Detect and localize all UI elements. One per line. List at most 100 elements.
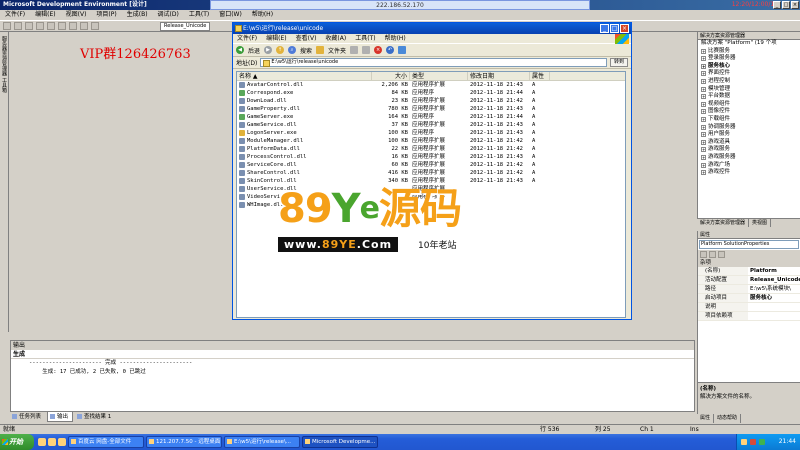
paste-icon[interactable] (58, 22, 66, 30)
tray-icon[interactable] (759, 439, 765, 445)
move-to-icon[interactable] (350, 46, 359, 54)
solution-project-item[interactable]: + 进程控制 (698, 78, 800, 86)
property-value[interactable] (748, 312, 800, 320)
task-remote-desktop[interactable]: 121.207.7.50 - 远程桌面 (146, 436, 222, 448)
menu-build[interactable]: 生成(B) (127, 10, 148, 20)
property-row[interactable]: (名称) Platform (698, 267, 800, 276)
solution-project-item[interactable]: + 游戏广场 (698, 162, 800, 170)
output-source[interactable]: 生成 (11, 350, 694, 359)
back-button[interactable]: 后退 (248, 46, 260, 55)
solution-project-item[interactable]: + 下载组件 (698, 116, 800, 124)
expand-icon[interactable]: + (701, 63, 706, 69)
redo-icon[interactable] (80, 22, 88, 30)
close-icon[interactable]: × (791, 1, 799, 9)
ex-menu-file[interactable]: 文件(F) (237, 34, 257, 43)
copy-to-icon[interactable] (362, 46, 371, 54)
solution-project-item[interactable]: + 登录服务器 (698, 55, 800, 63)
task-visual-studio[interactable]: Microsoft Developme... (302, 436, 378, 448)
menu-help[interactable]: 帮助(H) (252, 10, 273, 20)
views-icon[interactable] (398, 46, 407, 54)
minimize-icon[interactable]: _ (773, 1, 781, 9)
file-row[interactable]: ModuleManager.dll 100 KB 应用程序扩展 2012-11-18 … (237, 137, 625, 145)
open-icon[interactable] (14, 22, 22, 30)
quick-launch-icon[interactable] (58, 438, 66, 446)
close-icon[interactable]: × (620, 24, 629, 33)
expand-icon[interactable]: + (701, 101, 706, 107)
go-button[interactable]: 转到 (609, 58, 628, 67)
menu-edit[interactable]: 编辑(E) (35, 10, 55, 20)
copy-icon[interactable] (47, 22, 55, 30)
file-row[interactable]: ShareControl.dll 416 KB 应用程序扩展 2012-11-18 2… (237, 169, 625, 177)
file-row[interactable]: ServiceCore.dll 60 KB 应用程序扩展 2012-11-18 21:… (237, 161, 625, 169)
file-row[interactable]: AvatarControl.dll 2,206 KB 应用程序扩展 2012-11-1… (237, 81, 625, 89)
file-row[interactable]: ProcessControl.dll 16 KB 应用程序扩展 2012-11-18 … (237, 153, 625, 161)
col-attr[interactable]: 属性 (530, 72, 550, 80)
expand-icon[interactable]: + (701, 109, 706, 115)
solution-project-item[interactable]: + 用户服务 (698, 131, 800, 139)
expand-icon[interactable]: + (701, 78, 706, 84)
up-folder-icon[interactable]: ↑ (276, 46, 285, 54)
expand-icon[interactable]: + (701, 86, 706, 92)
tray-clock[interactable]: 21:44 (779, 438, 796, 445)
search-icon[interactable]: ⌕ (288, 46, 297, 54)
col-size[interactable]: 大小 (372, 72, 410, 80)
new-file-icon[interactable] (3, 22, 11, 30)
run-icon[interactable] (91, 22, 99, 30)
remote-session-bar[interactable]: 222.186.52.170 (210, 0, 590, 10)
folders-icon[interactable] (316, 46, 325, 54)
quick-launch-icon[interactable] (48, 438, 56, 446)
left-toolbox-strip[interactable]: 服务器资源管理器 工具箱 (0, 32, 9, 332)
ex-menu-tools[interactable]: 工具(T) (355, 34, 375, 43)
tray-icon[interactable] (750, 439, 756, 445)
property-category[interactable]: 杂项 (698, 259, 800, 267)
config-combo[interactable]: Release_Unicode (160, 22, 211, 31)
menu-window[interactable]: 窗口(W) (219, 10, 242, 20)
solution-project-item[interactable]: + 游戏服务器 (698, 154, 800, 162)
ex-menu-edit[interactable]: 编辑(E) (266, 34, 286, 43)
file-row[interactable]: GameServer.exe 164 KB 应用程序 2012-11-18 21:44… (237, 113, 625, 121)
col-date[interactable]: 修改日期 (468, 72, 530, 80)
tab-class-view[interactable]: 类视图 (749, 219, 772, 227)
menu-project[interactable]: 项目(P) (96, 10, 116, 20)
explorer-title-bar[interactable]: E:\w5\运行\release\unicode _ □ × (233, 23, 631, 34)
property-row[interactable]: 活动配置 Release_Unicode (698, 276, 800, 285)
property-row[interactable]: 项目依赖项 (698, 312, 800, 321)
task-baidu-cloud[interactable]: 百度云 网盘-全部文件 (68, 436, 144, 448)
back-arrow-icon[interactable]: ◀ (236, 46, 244, 54)
solution-project-item[interactable]: + 游戏控件 (698, 169, 800, 177)
ex-menu-view[interactable]: 查看(V) (296, 34, 317, 43)
tab-properties[interactable]: 属性 (697, 414, 715, 423)
file-row[interactable]: LogonServer.exe 100 KB 应用程序 2012-11-18 21:4… (237, 129, 625, 137)
property-value[interactable]: E:\w5\系统模块\ (748, 285, 800, 293)
alphabetical-icon[interactable] (709, 251, 716, 258)
menu-file[interactable]: 文件(F) (5, 10, 25, 20)
expand-icon[interactable]: + (701, 71, 706, 77)
file-row[interactable]: GameService.dll 37 KB 应用程序扩展 2012-11-18 21:… (237, 121, 625, 129)
expand-icon[interactable]: + (701, 48, 706, 54)
expand-icon[interactable]: + (701, 147, 706, 153)
property-row[interactable]: 启动项目 服务核心 (698, 294, 800, 303)
file-row[interactable]: DownLoad.dll 23 KB 应用程序扩展 2012-11-18 21:42 A (237, 97, 625, 105)
tab-dynamic-help[interactable]: 动态帮助 (714, 414, 742, 423)
tab-output[interactable]: 输出 (47, 412, 74, 422)
minimize-icon[interactable]: _ (600, 24, 609, 33)
file-row[interactable]: PlatformData.dll 22 KB 应用程序扩展 2012-11-18 21… (237, 145, 625, 153)
expand-icon[interactable]: + (701, 132, 706, 138)
solution-project-item[interactable]: + 界面控件 (698, 70, 800, 78)
solution-root[interactable]: 解决方案 "Platform" (19 个项 (698, 40, 800, 48)
menu-debug[interactable]: 调试(D) (158, 10, 179, 20)
folders-button[interactable]: 文件夹 (328, 46, 346, 55)
property-value[interactable]: Platform (748, 267, 800, 275)
search-button[interactable]: 搜索 (300, 46, 312, 55)
property-row[interactable]: 路径 E:\w5\系统模块\ (698, 285, 800, 294)
maximize-icon[interactable]: □ (782, 1, 790, 9)
expand-icon[interactable]: + (701, 154, 706, 160)
solution-project-item[interactable]: + 图像控件 (698, 108, 800, 116)
expand-icon[interactable]: + (701, 56, 706, 62)
cut-icon[interactable] (36, 22, 44, 30)
property-value[interactable]: 服务核心 (748, 294, 800, 302)
quick-launch-icon[interactable] (38, 438, 46, 446)
col-type[interactable]: 类型 (410, 72, 468, 80)
address-input[interactable]: E:\w5\运行\release\unicode (260, 58, 607, 67)
ex-menu-favorites[interactable]: 收藏(A) (325, 34, 346, 43)
